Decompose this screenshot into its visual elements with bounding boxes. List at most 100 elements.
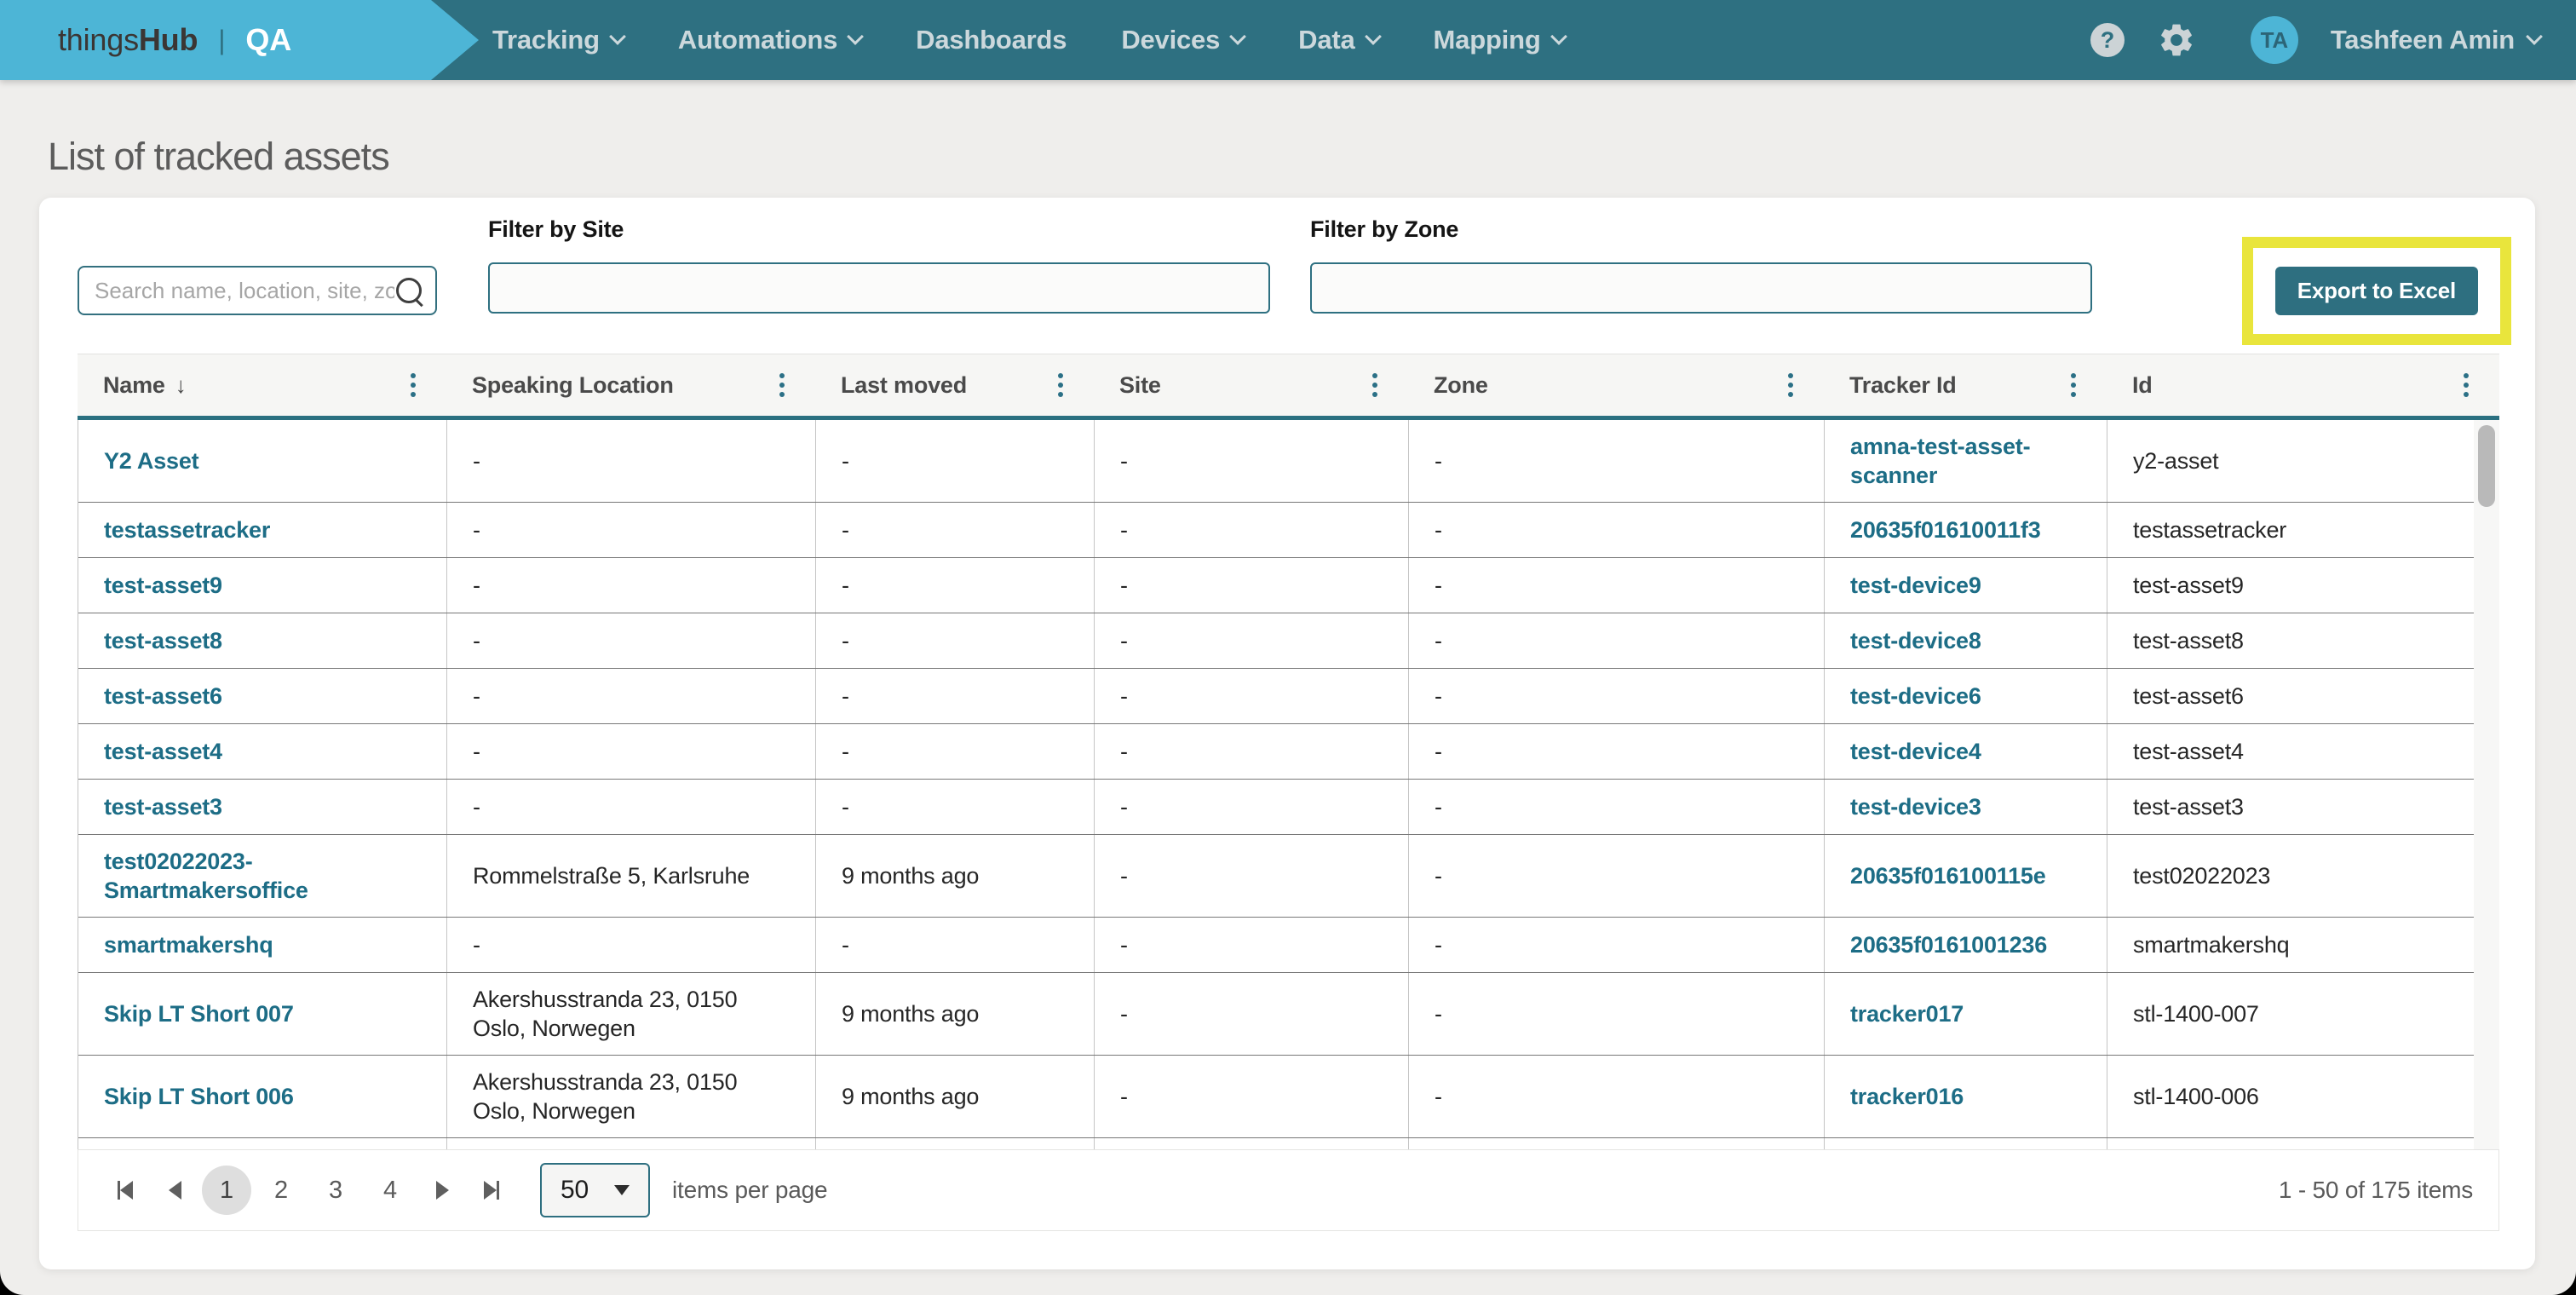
- user-menu[interactable]: Tashfeen Amin: [2331, 25, 2540, 55]
- cell-site: -: [1120, 999, 1128, 1028]
- column-header-label: Tracker Id: [1849, 372, 1957, 399]
- asset-name-link[interactable]: test-asset8: [104, 626, 222, 655]
- cell-speaking-location: -: [473, 682, 480, 711]
- search-input[interactable]: [93, 277, 396, 305]
- nav-item-automations[interactable]: Automations: [678, 25, 861, 55]
- asset-name-link[interactable]: smartmakershq: [104, 930, 273, 959]
- asset-name-link[interactable]: Skip LT Short 007: [104, 999, 294, 1028]
- scrollbar-thumb[interactable]: [2478, 425, 2495, 507]
- environment-badge: QA: [245, 22, 291, 58]
- column-menu-icon[interactable]: [1783, 366, 1798, 404]
- nav-item-label: Automations: [678, 25, 837, 55]
- page-size-select[interactable]: 50: [540, 1163, 650, 1217]
- first-page-button[interactable]: [101, 1166, 150, 1215]
- page-number-button[interactable]: 1: [202, 1166, 251, 1215]
- filter-site-label: Filter by Site: [488, 216, 624, 243]
- table-row: Skip LT Short 007 Akershusstranda 23, 01…: [78, 973, 2475, 1056]
- filter-site-input[interactable]: [488, 262, 1270, 314]
- nav-item-devices[interactable]: Devices: [1121, 25, 1244, 55]
- table-row: test-asset8 - - - - test-device8 test-as…: [78, 613, 2475, 669]
- caret-down-icon: [614, 1185, 630, 1195]
- cell-id: testassetracker: [2133, 515, 2286, 544]
- tracker-id-link[interactable]: amna-test-asset-scanner: [1850, 432, 2081, 490]
- page-number-button[interactable]: 4: [365, 1166, 415, 1215]
- asset-name-link[interactable]: test-asset9: [104, 571, 222, 600]
- column-header-speaking-location[interactable]: Speaking Location: [446, 354, 815, 416]
- column-menu-icon[interactable]: [2066, 366, 2081, 404]
- column-menu-icon[interactable]: [2458, 366, 2474, 404]
- asset-name-link[interactable]: test-asset4: [104, 737, 222, 766]
- cell-id: test-asset4: [2133, 737, 2244, 766]
- last-page-button[interactable]: [467, 1166, 516, 1215]
- cell-site: -: [1120, 626, 1128, 655]
- items-range-label: 1 - 50 of 175 items: [2279, 1177, 2476, 1204]
- asset-name-link[interactable]: test-asset3: [104, 792, 222, 821]
- tracker-id-link[interactable]: test-device4: [1850, 737, 1981, 766]
- app-window: thingsHub | QA Tracking Automations Dash…: [0, 0, 2576, 1295]
- tracker-id-link[interactable]: test-device6: [1850, 682, 1981, 711]
- tracker-id-link[interactable]: 20635f01610011f3: [1850, 515, 2041, 544]
- tracker-id-link[interactable]: 20635f0161001236: [1850, 930, 2047, 959]
- cell-last-moved: -: [842, 737, 849, 766]
- column-header-id[interactable]: Id: [2107, 354, 2499, 416]
- search-icon[interactable]: [396, 278, 422, 303]
- column-menu-icon[interactable]: [774, 366, 790, 404]
- brand-hub: Hub: [139, 22, 198, 58]
- cell-last-moved: -: [842, 930, 849, 959]
- asset-name-link[interactable]: test-asset6: [104, 682, 222, 711]
- column-menu-icon[interactable]: [405, 366, 421, 404]
- cell-speaking-location: -: [473, 792, 480, 821]
- brand-separator: |: [218, 25, 225, 56]
- avatar[interactable]: TA: [2251, 16, 2298, 64]
- tracker-id-link[interactable]: test-device9: [1850, 571, 1981, 600]
- table-row: test-asset6 - - - - test-device6 test-as…: [78, 669, 2475, 724]
- column-header-label: Zone: [1434, 372, 1488, 399]
- tracker-id-link[interactable]: tracker017: [1850, 999, 1964, 1028]
- gear-icon[interactable]: [2157, 20, 2196, 60]
- nav-item-dashboards[interactable]: Dashboards: [916, 25, 1067, 55]
- cell-site: -: [1120, 861, 1128, 890]
- cell-last-moved: -: [842, 515, 849, 544]
- previous-page-button[interactable]: [150, 1166, 199, 1215]
- table-row: test02022023-Smartmakersoffice Rommelstr…: [78, 835, 2475, 918]
- table-row: smartmakershq - - - - 20635f0161001236 s…: [78, 918, 2475, 973]
- asset-name-link[interactable]: test02022023-Smartmakersoffice: [104, 847, 421, 905]
- nav-item-label: Data: [1298, 25, 1354, 55]
- nav-item-tracking[interactable]: Tracking: [492, 25, 624, 55]
- column-menu-icon[interactable]: [1367, 366, 1383, 404]
- column-header-label: Site: [1119, 372, 1161, 399]
- chevron-down-icon: [1365, 28, 1382, 45]
- next-page-button[interactable]: [417, 1166, 467, 1215]
- filter-zone-input[interactable]: [1310, 262, 2092, 314]
- asset-name-link[interactable]: Skip LT Short 006: [104, 1082, 294, 1111]
- column-header-site[interactable]: Site: [1094, 354, 1408, 416]
- cell-site: -: [1120, 930, 1128, 959]
- column-menu-icon[interactable]: [1053, 366, 1068, 404]
- table-row: Skip LT Short 006 Akershusstranda 23, 01…: [78, 1056, 2475, 1138]
- cell-last-moved: 9 months ago: [842, 1082, 979, 1111]
- table-scrollbar[interactable]: [2474, 420, 2499, 1154]
- page-number-button[interactable]: 3: [311, 1166, 360, 1215]
- page-title: List of tracked assets: [48, 135, 389, 179]
- items-per-page-label: items per page: [672, 1177, 827, 1204]
- export-to-excel-button[interactable]: Export to Excel: [2275, 267, 2478, 315]
- cell-id: stl-1400-006: [2133, 1082, 2259, 1111]
- column-header-tracker-id[interactable]: Tracker Id: [1824, 354, 2107, 416]
- nav-item-data[interactable]: Data: [1298, 25, 1378, 55]
- page-number-button[interactable]: 2: [256, 1166, 306, 1215]
- cell-last-moved: -: [842, 571, 849, 600]
- nav-item-label: Dashboards: [916, 25, 1067, 55]
- help-icon[interactable]: ?: [2090, 23, 2125, 57]
- table-row: testassetracker - - - - 20635f01610011f3…: [78, 503, 2475, 558]
- tracker-id-link[interactable]: 20635f016100115e: [1850, 861, 2046, 890]
- asset-name-link[interactable]: Y2 Asset: [104, 446, 198, 475]
- asset-name-link[interactable]: testassetracker: [104, 515, 270, 544]
- column-header-zone[interactable]: Zone: [1408, 354, 1824, 416]
- tracker-id-link[interactable]: test-device3: [1850, 792, 1981, 821]
- column-header-name[interactable]: Name ↓: [78, 354, 446, 416]
- tracker-id-link[interactable]: tracker016: [1850, 1082, 1964, 1111]
- nav-item-mapping[interactable]: Mapping: [1434, 25, 1565, 55]
- tracker-id-link[interactable]: test-device8: [1850, 626, 1981, 655]
- table-row: test-asset9 - - - - test-device9 test-as…: [78, 558, 2475, 613]
- column-header-last-moved[interactable]: Last moved: [815, 354, 1094, 416]
